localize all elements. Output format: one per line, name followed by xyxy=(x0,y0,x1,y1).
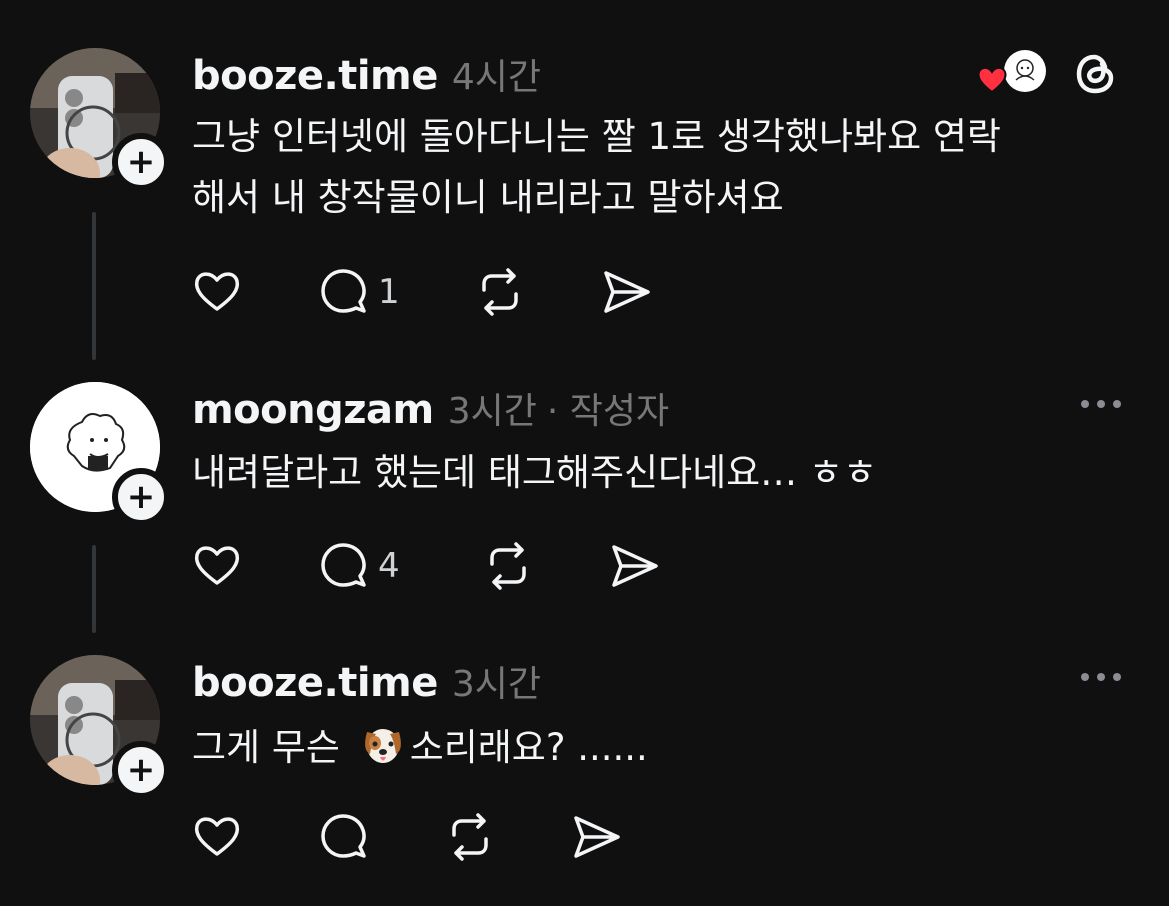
timestamp: 3시간 xyxy=(451,664,541,705)
comment-button[interactable] xyxy=(316,809,378,865)
heart-icon xyxy=(194,546,240,585)
liked-by-avatar[interactable] xyxy=(1004,50,1046,92)
post-text-line: 해서 내 창작물이니 내리라고 말하셔요 xyxy=(192,176,784,219)
author-tag: · 작성자 xyxy=(546,391,670,432)
dog-avatar-icon xyxy=(1015,59,1035,81)
share-icon xyxy=(574,816,620,858)
heart-like-badge xyxy=(976,64,1008,98)
share-button[interactable] xyxy=(606,538,662,594)
post-text-line: 그냥 인터넷에 돌아다니는 짤 1로 생각했나봐요 연락 xyxy=(192,115,1001,158)
timestamp: 4시간 xyxy=(451,57,541,98)
reply-count: 4 xyxy=(378,546,400,586)
dog-face-emoji-icon xyxy=(360,722,406,786)
post-text: 소리래요? ...... xyxy=(409,726,648,769)
more-icon[interactable] xyxy=(1081,673,1121,681)
comment-button[interactable]: 4 xyxy=(316,538,400,594)
repost-button[interactable] xyxy=(442,809,498,865)
post: + moongzam 3시간 · 작성자 내려달라고 했는데 태그해주신다네요…… xyxy=(0,382,1169,602)
comment-button[interactable]: 1 xyxy=(316,264,400,320)
reply-count: 1 xyxy=(378,272,400,312)
follow-plus-button[interactable]: + xyxy=(112,133,170,191)
follow-plus-button[interactable]: + xyxy=(112,468,170,526)
threads-logo-icon[interactable] xyxy=(1073,51,1119,101)
follow-plus-button[interactable]: + xyxy=(112,741,170,799)
heart-icon xyxy=(977,66,1007,94)
repost-button[interactable] xyxy=(480,538,536,594)
post: + booze.time 4시간 그냥 인터넷에 돌아다니는 짤 1로 생각했나… xyxy=(0,48,1169,328)
share-button[interactable] xyxy=(598,264,654,320)
username[interactable]: booze.time xyxy=(192,53,438,99)
share-icon xyxy=(612,545,658,587)
share-icon xyxy=(604,271,650,313)
like-button[interactable] xyxy=(190,264,244,318)
repost-button[interactable] xyxy=(472,264,528,320)
heart-icon xyxy=(194,272,240,311)
comment-icon xyxy=(321,269,366,313)
timestamp: 3시간 xyxy=(447,391,537,432)
share-button[interactable] xyxy=(568,809,624,865)
comment-icon xyxy=(321,543,366,587)
more-icon[interactable] xyxy=(1081,400,1121,408)
heart-icon xyxy=(194,817,240,856)
post: + booze.time 3시간 그게 무슨 소리래요? ...... xyxy=(0,655,1169,895)
post-text: 그게 무슨 xyxy=(192,726,352,769)
comment-icon xyxy=(321,814,366,858)
repost-icon xyxy=(490,542,526,590)
like-button[interactable] xyxy=(190,538,244,592)
repost-icon xyxy=(452,813,488,861)
like-button[interactable] xyxy=(190,809,244,863)
username[interactable]: moongzam xyxy=(192,387,434,433)
username[interactable]: booze.time xyxy=(192,660,438,706)
repost-icon xyxy=(482,268,518,316)
post-text-line: 내려달라고 했는데 태그해주신다네요… ㅎㅎ xyxy=(192,451,878,494)
